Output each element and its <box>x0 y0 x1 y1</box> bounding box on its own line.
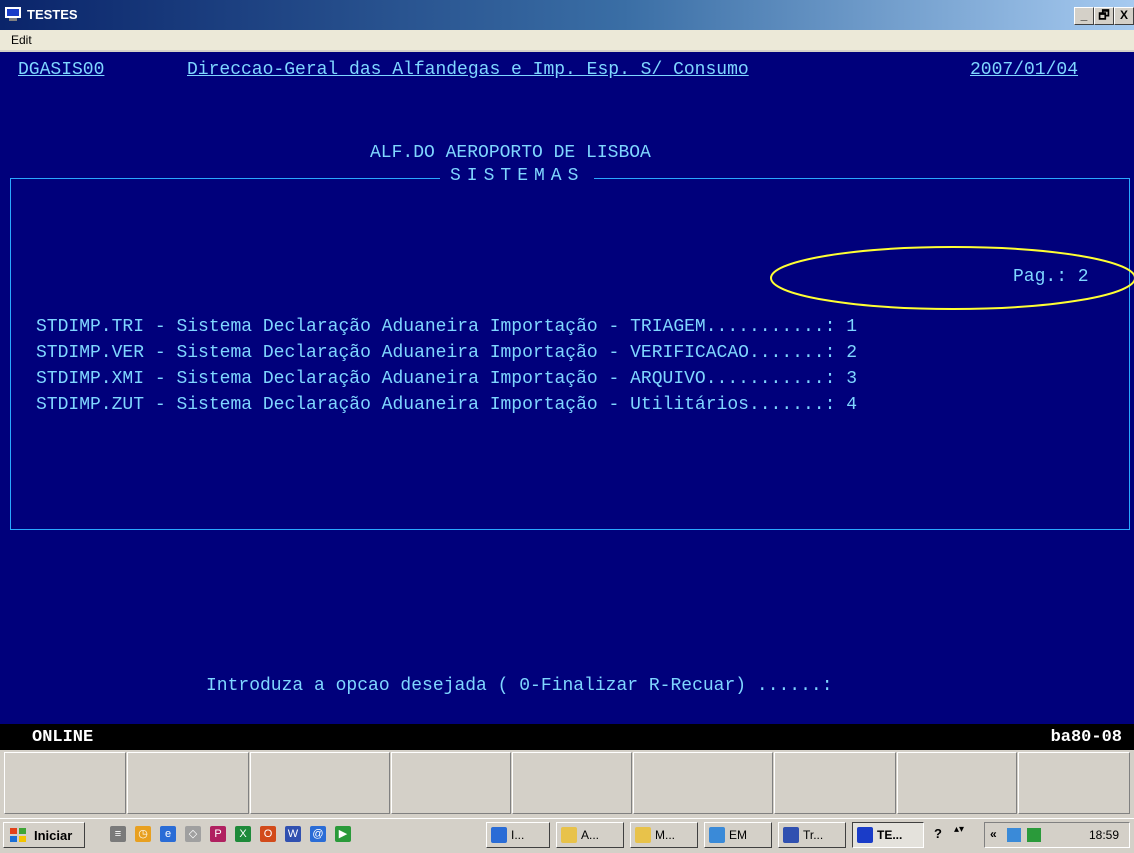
network-icon <box>709 827 725 843</box>
taskbar-button-terminal[interactable]: TE... <box>852 822 924 848</box>
excel-icon[interactable]: X <box>235 826 251 842</box>
function-key-button[interactable] <box>391 752 511 814</box>
option-dots: ........... <box>705 317 825 337</box>
task-label: Tr... <box>803 828 824 842</box>
function-key-button[interactable] <box>250 752 390 814</box>
access-icon[interactable]: P <box>210 826 226 842</box>
option-description: Sistema Declaração Aduaneira Importação <box>176 369 598 389</box>
start-button[interactable]: Iniciar <box>3 822 85 848</box>
option-module: ARQUIVO <box>630 369 706 389</box>
folder-icon <box>635 827 651 843</box>
function-key-button[interactable] <box>4 752 126 814</box>
option-code: STDIMP.VER <box>36 343 145 363</box>
task-label: TE... <box>877 828 903 842</box>
session-id: ba80-08 <box>1050 728 1122 747</box>
taskbar-button-ie[interactable]: I... <box>486 822 550 848</box>
word-icon <box>783 827 799 843</box>
option-number: 2 <box>846 343 857 363</box>
ie-icon[interactable]: e <box>160 826 176 842</box>
option-number: 3 <box>846 369 857 389</box>
function-key-button[interactable] <box>774 752 896 814</box>
function-key-button[interactable] <box>127 752 249 814</box>
function-key-button[interactable] <box>897 752 1017 814</box>
window-title: TESTES <box>27 7 78 22</box>
option-description: Sistema Declaração Aduaneira Importação <box>176 395 598 415</box>
ie-icon <box>491 827 507 843</box>
media-player-icon[interactable]: ▶ <box>335 826 351 842</box>
menu-option[interactable]: STDIMP.VER - Sistema Declaração Aduaneir… <box>36 343 857 363</box>
window-title-bar[interactable] <box>0 0 1134 30</box>
menu-option[interactable]: STDIMP.TRI - Sistema Declaração Aduaneir… <box>36 317 857 337</box>
windows-logo-icon <box>10 828 26 842</box>
folder-icon <box>561 827 577 843</box>
option-code: STDIMP.ZUT <box>36 395 145 415</box>
minimize-button[interactable]: _ <box>1074 7 1094 25</box>
function-key-button[interactable] <box>1018 752 1130 814</box>
screen-id: DGASIS00 <box>18 60 105 80</box>
network-tray-icon[interactable] <box>1007 828 1021 842</box>
menu-option[interactable]: STDIMP.ZUT - Sistema Declaração Aduaneir… <box>36 395 857 415</box>
office-subtitle: ALF.DO AEROPORTO DE LISBOA <box>370 143 651 163</box>
taskbar-button-folder[interactable]: M... <box>630 822 698 848</box>
function-key-button[interactable] <box>633 752 773 814</box>
annotation-ellipse <box>770 246 1134 310</box>
taskbar-button-folder[interactable]: A... <box>556 822 624 848</box>
system-tray: « 18:59 <box>984 822 1130 848</box>
tray-expand-icon[interactable]: « <box>990 827 997 841</box>
status-line <box>0 724 1134 750</box>
terminal-app-icon <box>5 7 21 21</box>
option-dots: ....... <box>748 395 825 415</box>
header-title: Direccao-Geral das Alfandegas e Imp. Esp… <box>187 60 749 80</box>
maximize-button[interactable]: 🗗 <box>1094 7 1114 25</box>
option-code: STDIMP.XMI <box>36 369 145 389</box>
option-number: 1 <box>846 317 857 337</box>
task-label: A... <box>581 828 600 842</box>
word-icon[interactable]: W <box>285 826 301 842</box>
task-label: I... <box>511 828 525 842</box>
option-module: Utilitários <box>630 395 749 415</box>
option-module: TRIAGEM <box>630 317 706 337</box>
header-date: 2007/01/04 <box>970 60 1079 80</box>
clock[interactable]: 18:59 <box>1089 828 1119 842</box>
network-icon[interactable]: ◇ <box>185 826 201 842</box>
task-label: EM <box>729 828 747 842</box>
option-dots: ........... <box>705 369 825 389</box>
app-icon[interactable]: @ <box>310 826 326 842</box>
close-button[interactable]: X <box>1114 7 1134 25</box>
function-key-button[interactable] <box>512 752 632 814</box>
menu-edit[interactable]: Edit <box>11 33 32 47</box>
option-number: 4 <box>846 395 857 415</box>
outlook-icon[interactable]: O <box>260 826 276 842</box>
option-module: VERIFICACAO <box>630 343 749 363</box>
security-tray-icon[interactable] <box>1027 828 1041 842</box>
taskbar-scroll-icon[interactable]: ▴▾ <box>954 824 968 835</box>
clock-icon[interactable]: ◷ <box>135 826 151 842</box>
notepad-icon[interactable]: ≡ <box>110 826 126 842</box>
task-label: M... <box>655 828 675 842</box>
terminal-icon <box>857 827 873 843</box>
help-icon[interactable]: ? <box>934 826 942 841</box>
taskbar-button-word[interactable]: Tr... <box>778 822 846 848</box>
connection-status: ONLINE <box>32 728 94 747</box>
panel-title: SISTEMAS <box>440 166 595 186</box>
menu-option[interactable]: STDIMP.XMI - Sistema Declaração Aduaneir… <box>36 369 857 389</box>
option-description: Sistema Declaração Aduaneira Importação <box>176 317 598 337</box>
option-prompt: Introduza a opcao desejada ( 0-Finalizar… <box>206 676 833 696</box>
option-dots: ....... <box>748 343 825 363</box>
menu-bar: Edit <box>0 30 1134 50</box>
option-code: STDIMP.TRI <box>36 317 145 337</box>
start-label: Iniciar <box>34 828 73 843</box>
taskbar-button-network[interactable]: EM <box>704 822 772 848</box>
option-description: Sistema Declaração Aduaneira Importação <box>176 343 598 363</box>
